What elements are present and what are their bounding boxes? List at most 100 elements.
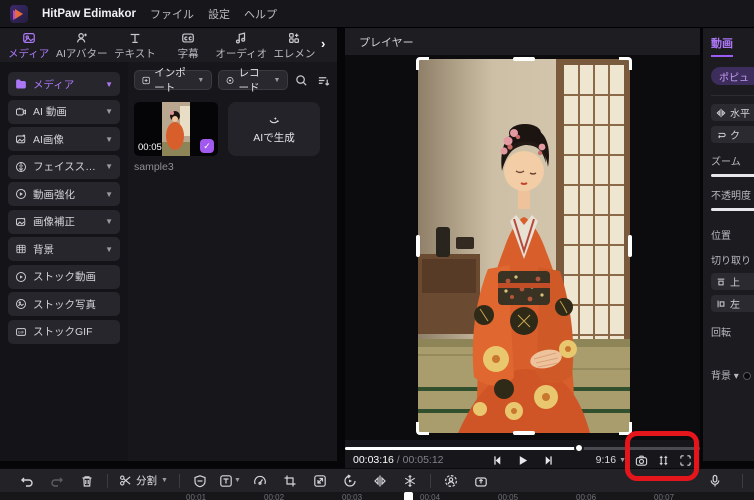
sidebar-item-ai-video[interactable]: AI 動画 ▼ (8, 99, 120, 124)
text-tool-button[interactable]: ▼ (215, 474, 245, 488)
loop-icon (718, 132, 726, 138)
sidebar-item-image-fix[interactable]: 画像補正 ▼ (8, 209, 120, 234)
split-button[interactable]: 分割 ▼ (113, 473, 174, 488)
chevron-down-icon: ▼ (105, 79, 113, 89)
menu-help[interactable]: ヘルプ (244, 6, 277, 22)
ruler-tick: 00:07 (654, 493, 675, 500)
snapshot-camera-icon[interactable] (635, 454, 648, 467)
resize-handle-top-left[interactable] (416, 57, 429, 70)
freeze-frame-button[interactable] (395, 474, 425, 488)
mirror-button[interactable] (365, 474, 395, 488)
timeline-playhead[interactable] (404, 492, 413, 500)
search-button[interactable] (294, 71, 308, 89)
media-clip-card[interactable]: 00:05 ✓ sample3 (134, 102, 218, 173)
shield-icon (194, 474, 206, 487)
voiceover-button[interactable] (700, 474, 730, 488)
undo-icon (21, 477, 33, 487)
crop-left-icon (717, 300, 725, 307)
resize-handle-bottom[interactable] (513, 431, 535, 435)
timeline-ruler[interactable]: 00:01 00:02 00:03 00:04 00:05 00:06 00:0… (0, 492, 754, 500)
crop-left-button[interactable]: 左 (711, 295, 754, 312)
resize-handle-bottom-left[interactable] (416, 422, 429, 435)
speed-button[interactable] (245, 474, 275, 488)
seek-bar[interactable] (345, 443, 700, 453)
menu-settings[interactable]: 設定 (208, 6, 230, 22)
fit-resize-icon[interactable] (657, 454, 670, 467)
resize-handle-left[interactable] (416, 235, 420, 257)
sidebar-item-background[interactable]: 背景 ▼ (8, 237, 120, 261)
clip-thumbnail[interactable]: 00:05 ✓ (134, 102, 218, 156)
tab-audio[interactable]: オーディオ (215, 29, 268, 61)
video-preview-image (418, 59, 630, 433)
crop-top-button[interactable]: 上 (711, 273, 754, 290)
background-color-swatch[interactable] (742, 372, 751, 381)
tab-elements[interactable]: エレメン (268, 29, 321, 61)
sidebar-item-media[interactable]: メディア ▼ (8, 72, 120, 96)
chevron-down-icon: ▼ (105, 162, 113, 171)
flip-horizontal-button[interactable]: 水平 (711, 104, 754, 121)
background-icon (16, 244, 26, 254)
folder-icon (16, 79, 26, 89)
search-icon (296, 74, 307, 86)
opacity-label: 不透明度 (711, 191, 751, 202)
sidebar-item-stock-photo[interactable]: ストック写真 (8, 292, 120, 316)
ruler-tick: 00:05 (498, 493, 519, 500)
sidebar-item-ai-image[interactable]: AI画像 ▼ (8, 127, 120, 151)
app-logo-icon (10, 4, 28, 23)
reverse-button[interactable] (335, 473, 365, 488)
resize-handle-top[interactable] (513, 57, 535, 61)
redo-icon (51, 477, 63, 487)
zoom-slider[interactable] (711, 174, 754, 177)
position-label: 位置 (711, 231, 731, 242)
loop-button[interactable]: ク (711, 126, 754, 143)
media-panel: インポート ▼ レコード ▼ 00:05 ✓ sample3 AIで生成 (128, 62, 337, 461)
resize-handle-bottom-right[interactable] (619, 422, 632, 435)
video-preview[interactable] (416, 57, 632, 435)
face-effect-button[interactable] (436, 474, 466, 488)
undo-button[interactable] (12, 474, 42, 488)
ai-image-icon (16, 134, 26, 144)
crop-label: 切り取り (711, 256, 751, 267)
tab-video-properties[interactable]: 動画 (711, 35, 733, 57)
chevron-down-icon: ▼ (619, 456, 626, 464)
record-button[interactable]: レコード ▼ (218, 67, 289, 94)
crop-button[interactable] (275, 474, 305, 488)
sidebar-item-stock-video[interactable]: ストック動画 (8, 264, 120, 289)
menu-file[interactable]: ファイル (150, 6, 194, 22)
player-stage[interactable] (345, 56, 700, 440)
tab-subtitle[interactable]: 字幕 (162, 29, 215, 61)
tab-text[interactable]: テキスト (108, 29, 161, 61)
sort-button[interactable] (317, 71, 331, 89)
stock-video-icon (16, 271, 26, 282)
crop-icon (284, 475, 296, 486)
clip-name: sample3 (134, 161, 174, 173)
svg-text:GIF: GIF (18, 329, 25, 334)
mask-button[interactable] (185, 474, 215, 488)
import-button[interactable]: インポート ▼ (134, 67, 213, 94)
tabs-scroll-right-icon[interactable]: › (321, 36, 335, 55)
popular-category-pill[interactable]: ポピュ (711, 67, 754, 85)
resize-handle-top-right[interactable] (619, 57, 632, 70)
player-right-controls: 9:16 ▼ (596, 454, 692, 467)
tab-ai-avatar[interactable]: AIアバター (55, 29, 108, 61)
app-window: HitPaw Edimakor ファイル 設定 ヘルプ メディア AIアバター … (0, 0, 754, 500)
next-frame-icon[interactable] (542, 455, 553, 466)
delete-button[interactable] (72, 474, 102, 488)
tab-media[interactable]: メディア (2, 29, 55, 61)
add-to-timeline-button[interactable] (466, 474, 496, 488)
play-icon[interactable] (517, 455, 528, 466)
redo-button[interactable] (42, 474, 72, 488)
face-circle-icon (444, 474, 457, 487)
opacity-slider[interactable] (711, 208, 754, 211)
aspect-ratio-selector[interactable]: 9:16 ▼ (596, 454, 626, 466)
transform-button[interactable] (305, 474, 335, 488)
sidebar-item-face-swap[interactable]: フェイススワ... ▼ (8, 154, 120, 179)
import-box-icon (475, 476, 487, 487)
sidebar-item-video-enhance[interactable]: 動画強化 ▼ (8, 182, 120, 206)
fullscreen-icon[interactable] (679, 454, 692, 467)
previous-frame-icon[interactable] (492, 455, 503, 466)
resize-handle-right[interactable] (628, 235, 632, 257)
clip-selected-check-icon[interactable]: ✓ (200, 139, 214, 153)
sidebar-item-stock-gif[interactable]: GIF ストックGIF (8, 319, 120, 344)
ai-generate-button[interactable]: AIで生成 (228, 102, 320, 156)
